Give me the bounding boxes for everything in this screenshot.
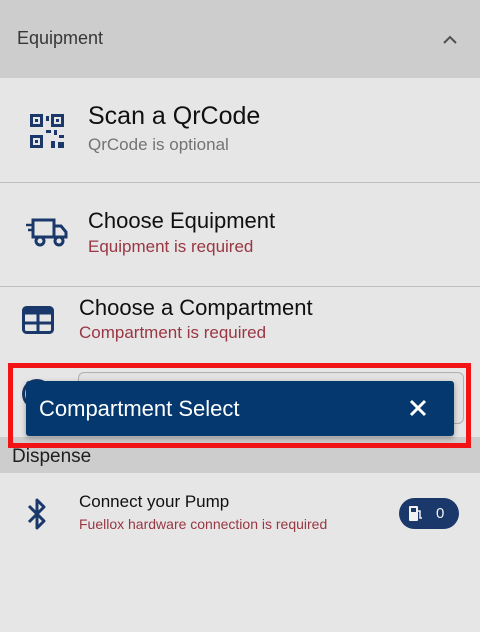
section-title: Equipment xyxy=(17,28,104,48)
equipment-section-header[interactable]: Equipment xyxy=(0,0,480,78)
fuel-pump-icon xyxy=(409,506,422,521)
qrcode-subtitle: QrCode is optional xyxy=(88,135,229,154)
grid-icon xyxy=(22,306,54,334)
connect-pump-row[interactable] xyxy=(0,473,480,632)
equipment-title: Choose Equipment xyxy=(88,208,276,233)
pump-count: 0 xyxy=(436,505,445,522)
pump-status-badge[interactable] xyxy=(399,498,459,529)
choose-equipment-row[interactable]: Choose Equipment Equipment is required xyxy=(0,183,480,286)
compartment-title: Choose a Compartment xyxy=(79,295,313,320)
equipment-subtitle: Equipment is required xyxy=(88,237,254,256)
truck-icon xyxy=(26,218,68,247)
choose-compartment-row[interactable]: Choose a Compartment Compartment is requ… xyxy=(0,287,480,367)
scan-qrcode-row[interactable]: Scan a QrCode QrCode is optional xyxy=(0,78,480,182)
highlight-box xyxy=(8,363,471,448)
pump-title: Connect your Pump xyxy=(79,492,230,511)
compartment-subtitle: Compartment is required xyxy=(79,323,267,342)
chevron-up-icon[interactable] xyxy=(440,30,460,48)
pump-subtitle: Fuellox hardware connection is required xyxy=(79,516,328,532)
qrcode-icon xyxy=(30,114,64,148)
dispense-title: Dispense xyxy=(12,446,92,467)
bluetooth-icon xyxy=(27,498,46,530)
qrcode-title: Scan a QrCode xyxy=(88,102,261,130)
